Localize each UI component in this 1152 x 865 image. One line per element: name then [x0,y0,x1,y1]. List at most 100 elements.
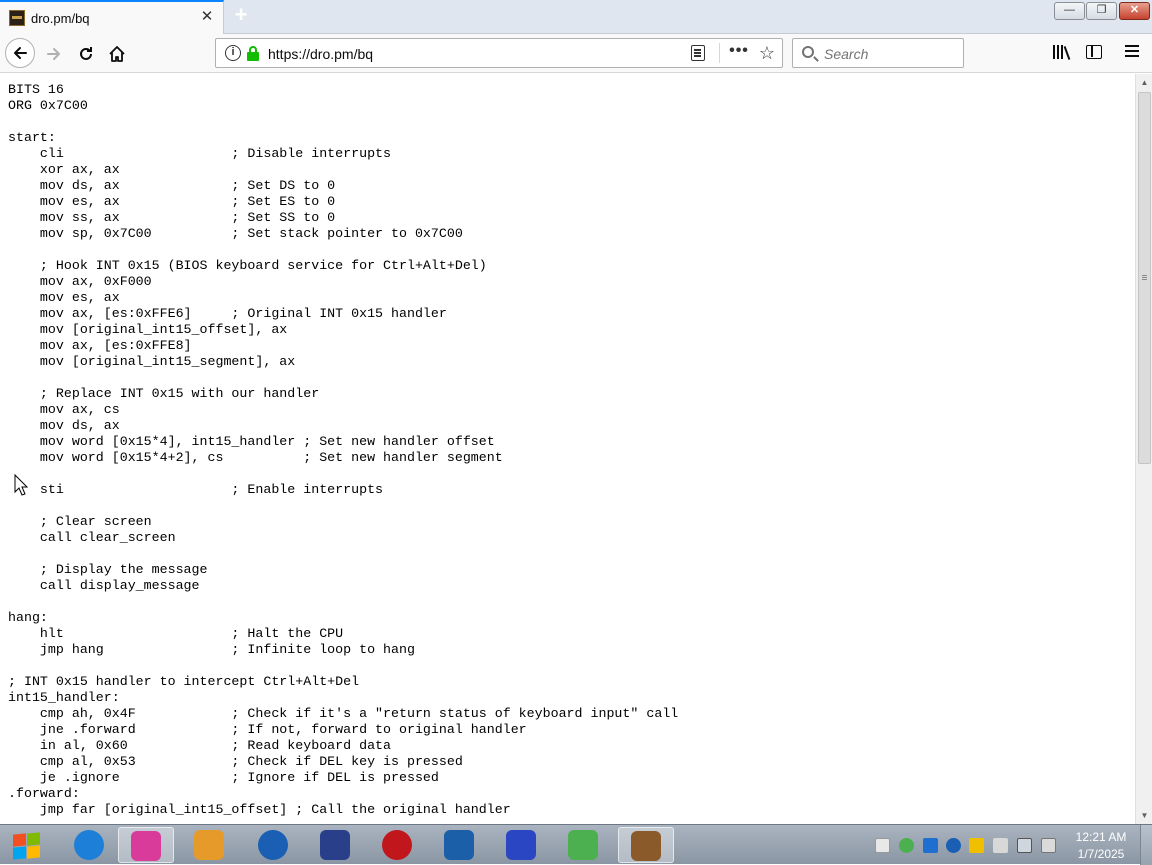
code-line: in al, 0x60 ; Read keyboard data [8,738,392,753]
address-bar[interactable]: i https://dro.pm/bq ••• ☆ [215,38,783,68]
close-window-button[interactable]: ✕ [1119,2,1150,20]
code-line: mov [original_int15_segment], ax [8,354,296,369]
back-button[interactable] [5,38,35,68]
code-line: mov es, ax [8,290,120,305]
sidebar-toggle-icon[interactable] [1086,45,1102,59]
chrome-tray-icon[interactable] [899,838,914,853]
taskbar-app-button[interactable] [246,827,302,863]
code-line: mov ds, ax ; Set DS to 0 [8,178,336,193]
show-desktop-button[interactable] [1140,825,1152,865]
code-line: ; Display the message [8,562,208,577]
code-line: hang: [8,610,48,625]
navigation-toolbar: i https://dro.pm/bq ••• ☆ Search [0,34,1152,73]
taskbar-app-button[interactable] [494,827,550,863]
code-line: mov ds, ax [8,418,120,433]
code-line: call clear_screen [8,530,176,545]
clock-time[interactable]: 12:21 AM [1072,830,1130,844]
internet-explorer-icon [74,830,104,860]
network-warning-icon[interactable] [875,838,890,853]
home-button[interactable] [103,40,131,68]
code-line: je .ignore ; Ignore if DEL is pressed [8,770,439,785]
minimize-button[interactable]: — [1054,2,1085,20]
reader-view-icon[interactable] [691,45,705,61]
code-line: mov sp, 0x7C00 ; Set stack pointer to 0x… [8,226,463,241]
site-info-icon[interactable]: i [225,45,241,61]
windows-taskbar: 12:21 AM 1/7/2025 [0,824,1152,865]
usb-tray-icon[interactable] [993,838,1008,853]
tab-title: dro.pm/bq [31,11,90,26]
hamburger-menu-icon[interactable] [1125,45,1140,59]
code-line: ORG 0x7C00 [8,98,88,113]
reload-icon [80,47,92,60]
close-tab-icon[interactable]: ✕ [199,9,215,25]
code-line: ; Clear screen [8,514,152,529]
code-line: call display_message [8,578,200,593]
code-line: ; Hook INT 0x15 (BIOS keyboard service f… [8,258,487,273]
page-actions-icon[interactable]: ••• [728,41,750,65]
taskbar-app-button[interactable] [62,827,118,863]
secure-lock-icon[interactable] [247,46,259,61]
clock-date[interactable]: 1/7/2025 [1072,847,1130,861]
ccleaner-tray-icon[interactable] [946,838,961,853]
firefox-raccoon-icon [631,831,661,861]
scrollbar-thumb[interactable] [1138,92,1151,464]
taskbar-app-button[interactable] [432,827,488,863]
antivirus-icon [382,830,412,860]
code-line: ; Replace INT 0x15 with our handler [8,386,320,401]
code-line: BITS 16 [8,82,64,97]
library-icon[interactable] [1052,43,1072,63]
taskbar-app-button[interactable] [370,827,426,863]
assembly-source-text: BITS 16 ORG 0x7C00 start: cli ; Disable in… [8,82,678,818]
taskbar-app-button[interactable] [118,827,174,863]
code-line: jne .forward ; If not, forward to origin… [8,722,527,737]
code-line: mov ax, [es:0xFFE6] ; Original INT 0x15 … [8,306,447,321]
volume-muted-icon[interactable] [1041,838,1056,853]
start-button[interactable] [4,827,50,863]
new-tab-button[interactable]: + [230,4,252,28]
windows-logo-icon [13,833,26,847]
reload-button[interactable] [72,40,100,68]
search-icon [802,46,814,58]
url-text[interactable]: https://dro.pm/bq [268,46,373,62]
scroll-up-arrow-icon[interactable]: ▲ [1136,74,1152,91]
code-line: mov [original_int15_offset], ax [8,322,288,337]
code-line: ; INT 0x15 handler to intercept Ctrl+Alt… [8,674,360,689]
vertical-scrollbar[interactable]: ▲ ▼ [1135,74,1152,824]
spreadsheet-icon [568,830,598,860]
home-icon [109,46,125,62]
bookmark-star-icon[interactable]: ☆ [756,42,778,64]
remote-desktop-icon [320,830,350,860]
security-shield-tray-icon[interactable] [969,838,984,853]
search-box[interactable]: Search [792,38,964,68]
browser-tab[interactable]: dro.pm/bq ✕ [0,0,224,35]
winrar-icon [131,831,161,861]
code-line: cmp al, 0x53 ; Check if DEL key is press… [8,754,463,769]
code-line: mov ax, [es:0xFFE8] [8,338,192,353]
forward-button[interactable] [40,40,68,68]
code-line: mov word [0x15*4], int15_handler ; Set n… [8,434,495,449]
code-line: mov ax, 0xF000 [8,274,152,289]
code-line: jmp hang ; Infinite loop to hang [8,642,415,657]
forward-arrow-icon [47,48,60,60]
address-bar-divider [719,43,720,63]
scroll-down-arrow-icon[interactable]: ▼ [1136,807,1152,824]
bluetooth-tray-icon[interactable] [923,838,938,853]
code-line: start: [8,130,56,145]
taskbar-app-button[interactable] [556,827,612,863]
taskbar-app-button[interactable] [182,827,238,863]
search-placeholder: Search [824,46,869,62]
taskbar-app-button[interactable] [618,827,674,863]
maximize-button[interactable]: ❐ [1086,2,1117,20]
code-line: mov word [0x15*4+2], cs ; Set new handle… [8,450,503,465]
code-line: mov ax, cs [8,402,120,417]
taskbar-app-button[interactable] [308,827,364,863]
network-tray-icon[interactable] [1017,838,1032,853]
